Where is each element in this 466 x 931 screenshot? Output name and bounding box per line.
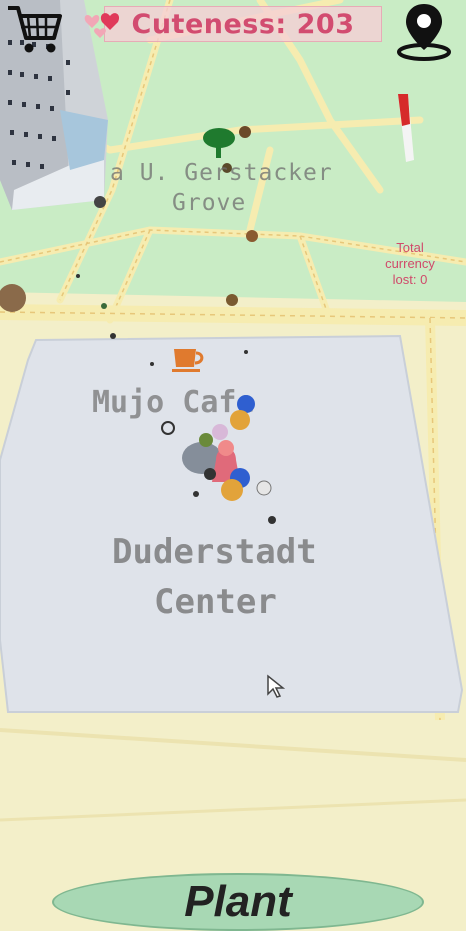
center-label-line2: Center <box>154 582 277 622</box>
grove-label-line2: Grove <box>172 190 247 216</box>
shop-cart-button[interactable] <box>6 2 64 56</box>
cuteness-text: Cuteness: 203 <box>131 8 355 40</box>
coffee-cup-icon <box>172 349 204 372</box>
player-character[interactable] <box>160 390 280 525</box>
cuteness-counter: Cuteness: 203 <box>104 6 382 42</box>
currency-line-1: Total <box>396 240 424 255</box>
shopping-cart-icon <box>8 6 62 53</box>
tree-icon <box>203 128 235 158</box>
hearts-icon <box>84 13 120 38</box>
currency-line-3: lost: 0 <box>392 272 428 287</box>
location-pin-icon <box>397 4 451 61</box>
center-label-line1: Duderstadt <box>112 532 317 572</box>
plant-button[interactable]: Plant <box>52 873 424 931</box>
location-button[interactable] <box>393 0 455 62</box>
plant-button-label: Plant <box>184 877 292 926</box>
mouse-pointer-icon <box>267 674 286 698</box>
marker-post <box>398 94 414 162</box>
currency-lost-readout: Total currency lost: 0 <box>374 240 446 288</box>
grove-label-line1: a U. Gerstacker <box>110 160 333 186</box>
currency-line-2: currency <box>385 256 435 271</box>
